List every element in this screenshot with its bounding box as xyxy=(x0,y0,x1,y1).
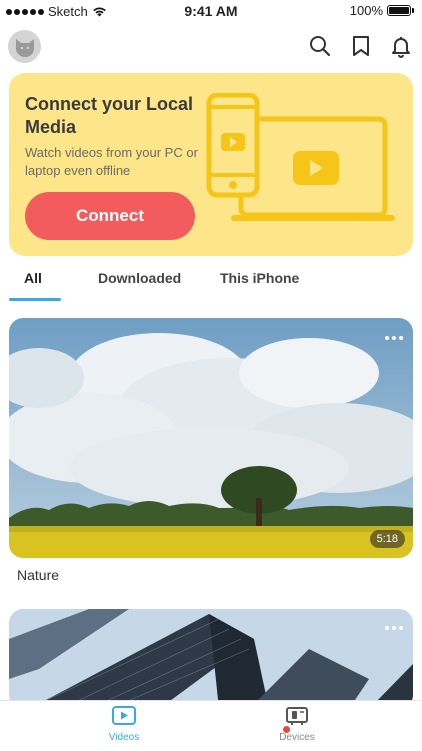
video-card-nature[interactable]: 5:18 xyxy=(9,318,413,558)
play-icon xyxy=(112,706,136,725)
notification-badge xyxy=(283,726,290,733)
more-options-icon[interactable] xyxy=(385,336,403,340)
more-options-icon[interactable] xyxy=(385,626,403,630)
video-thumbnail[interactable] xyxy=(9,318,413,558)
nav-videos[interactable]: Videos xyxy=(84,705,164,743)
battery-percent: 100% xyxy=(349,3,383,18)
bottom-tab-bar: Videos Devices xyxy=(0,700,422,751)
promo-subtitle: Watch videos from your PC or laptop even… xyxy=(25,145,198,178)
nav-devices-label: Devices xyxy=(279,732,315,743)
battery-info: 100% xyxy=(350,3,414,18)
devices-illustration-icon xyxy=(206,93,395,221)
video-card-buildings[interactable] xyxy=(9,609,413,709)
status-bar: Sketch 9:41 AM 100% xyxy=(0,0,422,22)
bell-icon[interactable] xyxy=(389,34,413,58)
connect-media-card: Connect your Local Media Watch videos fr… xyxy=(9,73,413,256)
connect-button[interactable]: Connect xyxy=(25,192,195,240)
active-tab-indicator xyxy=(9,298,61,301)
tab-this-iphone[interactable]: This iPhone xyxy=(220,270,299,286)
top-header xyxy=(0,28,422,66)
video-thumbnail[interactable] xyxy=(9,609,413,709)
tab-downloaded[interactable]: Downloaded xyxy=(98,270,181,286)
devices-icon xyxy=(286,707,308,725)
battery-icon xyxy=(387,5,411,16)
bookmark-icon[interactable] xyxy=(349,34,373,58)
filter-tabs: All Downloaded This iPhone xyxy=(0,262,422,302)
nav-devices[interactable]: Devices xyxy=(257,705,337,743)
search-icon[interactable] xyxy=(308,34,332,58)
cat-avatar-icon[interactable] xyxy=(8,30,41,63)
video-duration: 5:18 xyxy=(369,530,405,548)
nav-videos-label: Videos xyxy=(108,732,140,743)
tab-all[interactable]: All xyxy=(24,270,42,286)
promo-title: Connect your Local Media xyxy=(25,94,194,137)
video-title[interactable]: Nature xyxy=(17,567,59,583)
